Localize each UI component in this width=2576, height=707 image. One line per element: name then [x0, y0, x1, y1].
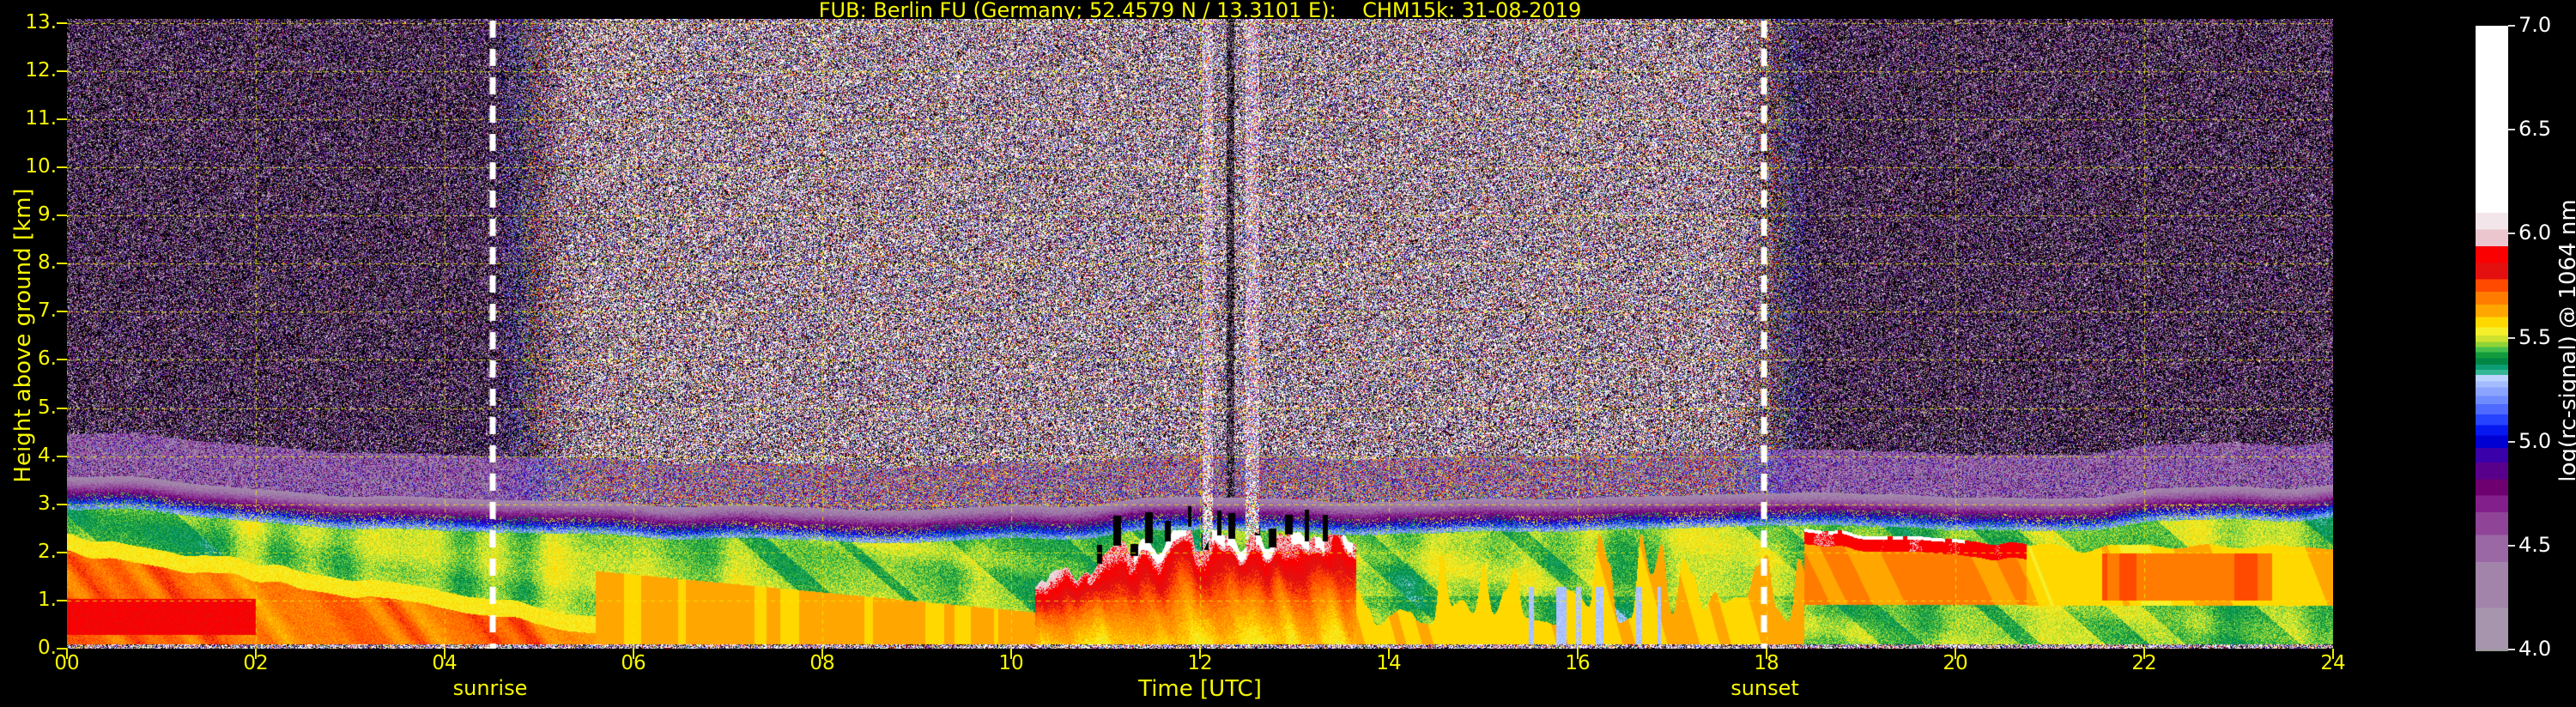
colorbar-tick-label: 7.0	[2518, 13, 2552, 37]
x-tick-label: 00	[54, 652, 80, 674]
y-tick-label: 10.	[25, 155, 57, 178]
y-axis-tick	[57, 21, 67, 24]
x-tick-label: 22	[2131, 652, 2157, 674]
colorbar-tick-label: 4.0	[2518, 637, 2552, 661]
ceilometer-quicklook-window: FUB: Berlin FU (Germany; 52.4579 N / 13.…	[0, 0, 2576, 707]
colorbar-tick-label: 6.5	[2518, 117, 2552, 142]
y-tick-label: 3.	[38, 492, 57, 515]
y-axis-tick	[57, 118, 67, 120]
y-axis-tick	[57, 407, 67, 409]
colorbar-tick	[2508, 336, 2515, 339]
y-tick-label: 9.	[38, 203, 57, 227]
y-axis-tick	[57, 503, 67, 505]
y-tick-label: 1.	[38, 588, 57, 611]
y-axis-tick	[57, 359, 67, 361]
sunset-label: sunset	[1730, 676, 1799, 700]
sunrise-label: sunrise	[452, 676, 528, 700]
y-tick-label: 13.	[25, 10, 57, 33]
y-axis-tick	[57, 263, 67, 265]
y-tick-label: 11.	[25, 106, 57, 130]
x-tick-label: 04	[432, 652, 458, 674]
x-tick-label: 06	[621, 652, 646, 674]
y-axis-tick	[57, 215, 67, 217]
colorbar-tick-label: 6.0	[2518, 221, 2552, 245]
y-axis-tick	[57, 551, 67, 553]
y-axis-tick	[57, 311, 67, 313]
y-axis-tick	[57, 166, 67, 168]
colorbar-tick	[2508, 25, 2515, 27]
y-tick-label: 2.	[38, 540, 57, 563]
y-tick-label: 6.	[38, 347, 57, 371]
x-tick-label: 10	[998, 652, 1024, 674]
x-tick-label: 20	[1943, 652, 1968, 674]
y-axis-tick	[57, 69, 67, 72]
colorbar-tick-label: 5.0	[2518, 428, 2552, 453]
colorbar-tick-label: 4.5	[2518, 532, 2552, 557]
x-tick-label: 08	[809, 652, 835, 674]
x-axis-label: Time [UTC]	[1138, 676, 1262, 702]
x-tick-label: 12	[1187, 652, 1213, 674]
y-tick-label: 5.	[38, 396, 57, 419]
x-tick-label: 24	[2320, 652, 2346, 674]
x-tick-label: 16	[1565, 652, 1591, 674]
colorbar-tick	[2508, 544, 2515, 547]
x-tick-label: 18	[1754, 652, 1779, 674]
colorbar-tick	[2508, 440, 2515, 443]
colorbar-tick	[2508, 129, 2515, 131]
y-tick-label: 4.	[38, 444, 57, 467]
x-tick-label: 02	[243, 652, 269, 674]
y-tick-label: 8.	[38, 251, 57, 275]
heatmap-canvas	[67, 19, 2333, 649]
x-tick-label: 14	[1376, 652, 1402, 674]
y-axis-tick	[57, 455, 67, 457]
colorbar	[2476, 26, 2508, 651]
y-axis-tick	[57, 599, 67, 601]
y-tick-label: 12.	[25, 58, 57, 82]
colorbar-tick	[2508, 649, 2515, 650]
colorbar-tick-label: 5.5	[2518, 324, 2552, 349]
colorbar-tick	[2508, 233, 2515, 235]
y-tick-label: 7.	[38, 299, 57, 323]
